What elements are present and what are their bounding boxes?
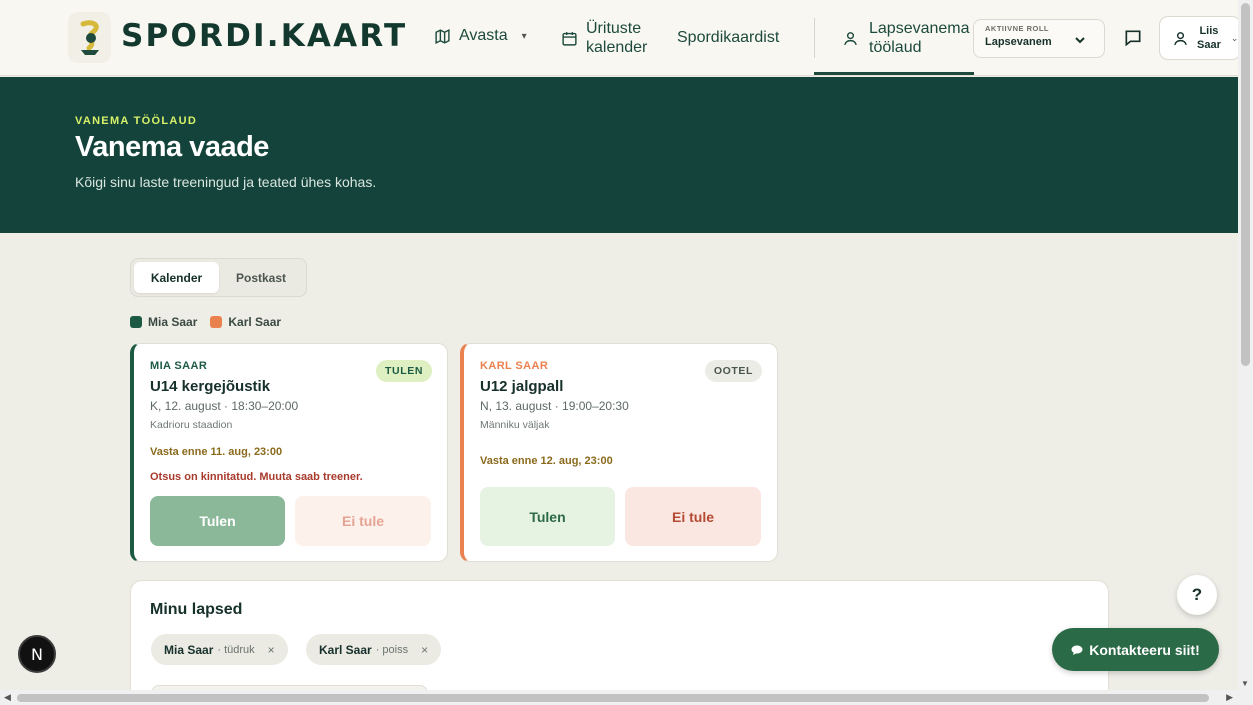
vertical-scrollbar[interactable]: ▼ [1238, 0, 1253, 690]
event-locked-note: Otsus on kinnitatud. Muuta saab treener. [150, 471, 363, 483]
legend-color-swatch [210, 316, 223, 328]
tab-postkast[interactable]: Postkast [219, 262, 303, 293]
event-card-mia: MIA SAAR TULEN U14 kergejõustik K, 12. a… [130, 343, 448, 562]
hero-banner: VANEMA TÖÖLAUD Vanema vaade Kõigi sinu l… [0, 77, 1238, 233]
page-title: Vanema vaade [75, 131, 269, 163]
nav-spordikaardist[interactable]: Spordikaardist [677, 29, 779, 47]
contact-label: Kontakteeru siit! [1089, 641, 1200, 658]
nav-lapsevanema-toolaud[interactable]: Lapsevanema töölaud [842, 19, 970, 57]
child-name: Karl Saar [319, 642, 372, 657]
brand-name[interactable]: SPORDI.KAART [121, 18, 407, 54]
chevron-down-icon [1075, 37, 1085, 44]
logo-icon[interactable] [68, 12, 111, 63]
child-chip-mia[interactable]: Mia Saar · tüdruk × [151, 634, 288, 665]
attend-no-button[interactable]: Ei tule [625, 487, 761, 546]
my-children-panel: Minu lapsed Mia Saar · tüdruk × Karl Saa… [130, 580, 1109, 705]
nav-divider [814, 18, 815, 58]
hero-eyebrow: VANEMA TÖÖLAUD [75, 115, 198, 127]
event-place: Kadrioru staadion [150, 419, 233, 431]
event-time: N, 13. august · 19:00–20:30 [480, 399, 629, 413]
event-title: U14 kergejõustik [150, 378, 271, 395]
child-gender: · poiss [375, 643, 409, 656]
legend-color-swatch [130, 316, 142, 328]
user-icon [1174, 31, 1187, 45]
legend-item-mia: Mia Saar [130, 315, 197, 329]
event-place: Männiku väljak [480, 419, 550, 431]
scrollbar-thumb[interactable] [17, 694, 1209, 702]
status-badge: OOTEL [704, 360, 762, 382]
child-name: Mia Saar [164, 642, 214, 657]
messages-button[interactable] [1121, 26, 1145, 50]
remove-child-icon[interactable]: × [268, 643, 275, 657]
page-subtitle: Kõigi sinu laste treeningud ja teated üh… [75, 174, 377, 190]
role-label: AKTIIVNE ROLL [985, 24, 1049, 33]
user-icon [844, 31, 857, 45]
event-card-karl: KARL SAAR OOTEL U12 jalgpall N, 13. augu… [460, 343, 778, 562]
child-gender: · tüdruk [217, 643, 255, 656]
nav-urituste-line2: kalender [586, 39, 648, 56]
event-child-name: KARL SAAR [480, 360, 549, 372]
section-title: Minu lapsed [150, 601, 243, 618]
chevron-down-icon: ▾ [521, 30, 527, 42]
nav-avasta-label: Avasta [459, 27, 508, 44]
horizontal-scrollbar[interactable]: ◀ ▶ [0, 690, 1253, 705]
user-name: Liis Saar [1197, 24, 1221, 52]
calendar-icon [562, 31, 577, 46]
legend-label: Karl Saar [228, 315, 282, 329]
status-badge: TULEN [376, 360, 432, 382]
view-tabs: Kalender Postkast [130, 258, 307, 297]
nav-lapsevanema-line1: Lapsevanema [869, 20, 970, 37]
attend-yes-button[interactable]: Tulen [480, 487, 615, 546]
scroll-right-arrow-icon[interactable]: ▶ [1226, 692, 1233, 703]
nav-lapsevanema-line2: töölaud [869, 39, 922, 56]
chat-bubble-icon [1071, 642, 1083, 658]
role-select[interactable]: AKTIIVNE ROLL Lapsevanem [973, 19, 1105, 58]
event-deadline: Vasta enne 11. aug, 23:00 [150, 446, 283, 458]
event-deadline: Vasta enne 12. aug, 23:00 [480, 455, 613, 467]
message-icon [1125, 30, 1141, 47]
legend-item-karl: Karl Saar [210, 315, 281, 329]
scroll-left-arrow-icon[interactable]: ◀ [4, 692, 11, 703]
nav-avasta[interactable]: Avasta ▾ [434, 27, 527, 45]
scrollbar-thumb[interactable] [1241, 3, 1250, 366]
dev-tools-badge[interactable]: N [18, 635, 56, 673]
nav-urituste-kalender[interactable]: Ürituste kalender [561, 19, 647, 57]
remove-child-icon[interactable]: × [421, 643, 428, 657]
help-button[interactable]: ? [1177, 575, 1217, 615]
event-title: U12 jalgpall [480, 378, 564, 395]
children-legend: Mia Saar Karl Saar [130, 315, 294, 329]
tab-kalender[interactable]: Kalender [134, 262, 219, 293]
child-chip-karl[interactable]: Karl Saar · poiss × [306, 634, 442, 665]
legend-label: Mia Saar [148, 315, 198, 329]
nav-urituste-line1: Ürituste [586, 20, 642, 37]
active-nav-indicator [814, 72, 974, 75]
scroll-down-arrow-icon[interactable]: ▼ [1241, 679, 1249, 688]
event-child-name: MIA SAAR [150, 360, 208, 372]
user-menu-button[interactable]: Liis Saar ⌄ [1159, 16, 1241, 60]
contact-button[interactable]: Kontakteeru siit! [1052, 628, 1219, 671]
attend-no-button[interactable]: Ei tule [295, 496, 431, 546]
map-icon [435, 28, 450, 44]
attend-yes-button[interactable]: Tulen [150, 496, 285, 546]
user-last-name: Saar [1197, 39, 1221, 51]
top-header: SPORDI.KAART Avasta ▾ Ürituste kalender … [0, 0, 1241, 76]
user-first-name: Liis [1199, 25, 1219, 37]
event-time: K, 12. august · 18:30–20:00 [150, 399, 299, 413]
